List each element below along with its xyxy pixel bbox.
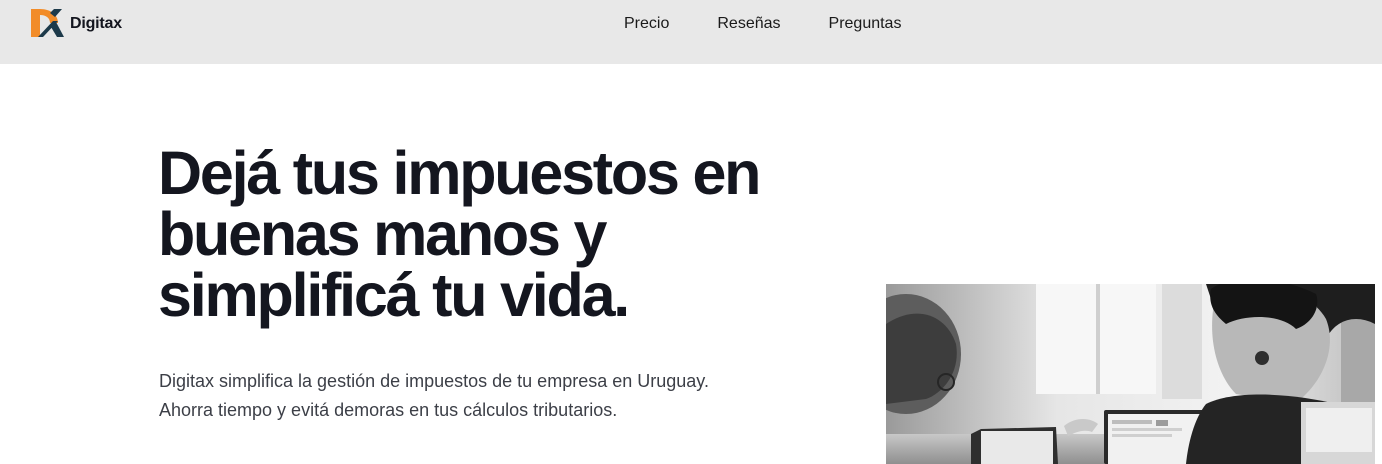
brand-name: Digitax [70, 15, 122, 32]
digitax-logo-icon [31, 9, 64, 37]
nav-link-precio[interactable]: Precio [624, 14, 669, 34]
hero-title: Dejá tus impuestos en buenas manos y sim… [158, 139, 761, 329]
hero-office-photo [886, 284, 1375, 464]
nav-link-resenas[interactable]: Reseñas [717, 14, 780, 34]
hero-subtitle-line-1: Digitax simplifica la gestión de impuest… [159, 371, 709, 391]
top-navbar: Digitax Precio Reseñas Preguntas [0, 0, 1382, 64]
hero-subtitle-line-2: Ahorra tiempo y evitá demoras en tus cál… [159, 400, 618, 420]
office-photo-illustration [886, 284, 1375, 464]
nav-link-preguntas[interactable]: Preguntas [829, 14, 902, 34]
main-nav: Precio Reseñas Preguntas [624, 14, 901, 34]
hero-subtitle: Digitax simplifica la gestión de impuest… [159, 367, 799, 425]
brand-link[interactable]: Digitax [31, 7, 122, 41]
